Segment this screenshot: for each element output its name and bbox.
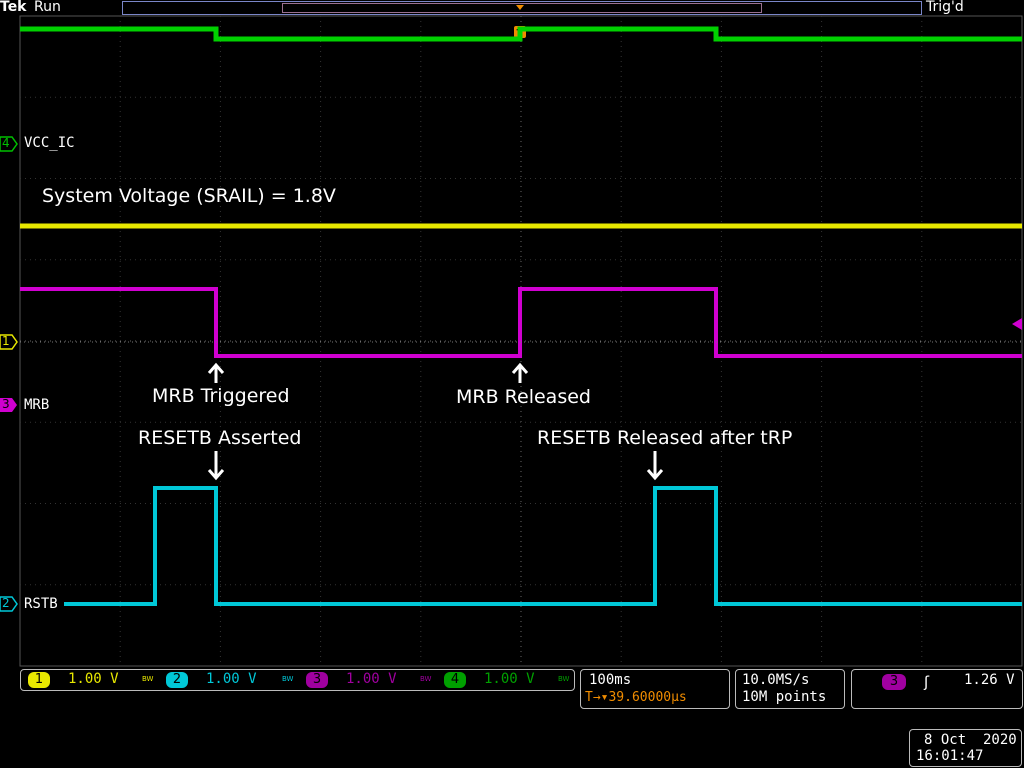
ch1-scale-value: 1.00 V xyxy=(68,671,119,687)
annotation-resetb-asserted: RESETB Asserted xyxy=(138,427,302,449)
acquisition-readout[interactable]: 10.0MS/s 10M points xyxy=(735,669,845,709)
ch3-trace xyxy=(20,287,1022,358)
ch3-marker-number: 3 xyxy=(2,397,10,411)
timebase-value: 100ms xyxy=(589,672,632,688)
ch1-bw-limit: BW xyxy=(142,675,154,683)
trigger-position-value: T→▾39.60000µs xyxy=(585,690,687,705)
arrow-down-icon xyxy=(646,451,664,481)
ch4-marker-number: 4 xyxy=(2,136,10,150)
ch4-bw-limit: BW xyxy=(558,675,570,683)
annotation-arrows xyxy=(207,362,664,481)
horizontal-readout[interactable]: 100ms T→▾39.60000µs xyxy=(580,669,730,709)
trigger-level-value: 1.26 V xyxy=(964,672,1015,688)
ch2-marker-number: 2 xyxy=(2,596,10,610)
ch2-bw-limit: BW xyxy=(282,675,294,683)
datetime-readout: 8 Oct 2020 16:01:47 xyxy=(909,729,1022,767)
rising-edge-icon: ʃ xyxy=(924,673,930,691)
sample-rate-value: 10.0MS/s xyxy=(742,672,810,688)
ch4-scale-value: 1.00 V xyxy=(484,671,535,687)
trigger-source-badge: 3 xyxy=(882,674,906,690)
ch1-marker-number: 1 xyxy=(2,334,10,348)
ch3-bw-limit: BW xyxy=(420,675,432,683)
arrow-up-icon xyxy=(511,362,529,383)
date-value: 8 Oct 2020 xyxy=(924,732,1017,748)
arrow-down-icon xyxy=(207,451,225,481)
ch4-badge: 4 xyxy=(444,672,466,688)
trigger-readout[interactable]: 3 ʃ 1.26 V xyxy=(851,669,1023,709)
ch1-badge: 1 xyxy=(28,672,50,688)
waveform-display: T xyxy=(0,5,1023,667)
record-length-value: 10M points xyxy=(742,689,827,705)
annotation-system-voltage: System Voltage (SRAIL) = 1.8V xyxy=(42,185,336,207)
trigger-level-marker xyxy=(1012,318,1022,330)
ch3-scale-value: 1.00 V xyxy=(346,671,397,687)
ch3-label: MRB xyxy=(24,397,50,413)
annotation-mrb-triggered: MRB Triggered xyxy=(152,385,290,407)
time-value: 16:01:47 xyxy=(916,748,984,764)
ch2-label: RSTB xyxy=(24,596,58,612)
annotation-mrb-released: MRB Released xyxy=(456,386,591,408)
ch2-trace xyxy=(64,486,1022,606)
ch2-scale-value: 1.00 V xyxy=(206,671,257,687)
ch4-trace xyxy=(20,26,1022,42)
ch2-badge: 2 xyxy=(166,672,188,688)
arrow-up-icon xyxy=(207,362,225,383)
ch3-badge: 3 xyxy=(306,672,328,688)
annotation-resetb-released: RESETB Released after tRP xyxy=(537,427,793,449)
ch4-label: VCC_IC xyxy=(24,135,75,151)
